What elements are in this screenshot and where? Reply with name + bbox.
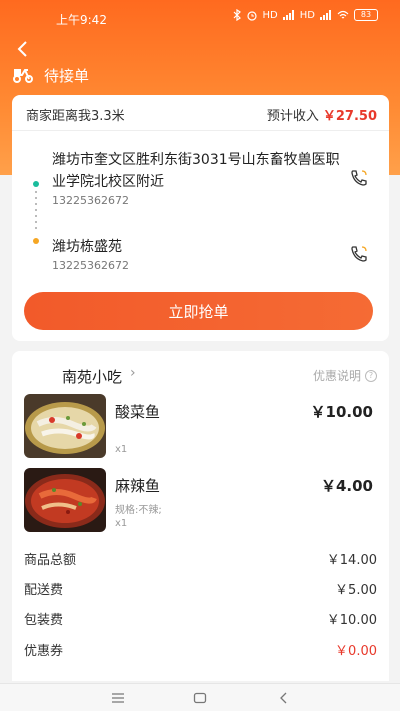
fee-value: ￥10.00 (326, 613, 377, 628)
status-icons: HD HD 83 (233, 9, 378, 21)
page-title: 待接单 (44, 66, 90, 85)
food-name-2: 麻辣鱼 (115, 477, 161, 495)
phone-icon[interactable] (349, 168, 369, 188)
alarm-icon (246, 11, 257, 21)
pickup-address: 潍坊市奎文区胜利东街3031号山东畜牧兽医职业学院北校区附近 (52, 152, 340, 190)
food-price-1: ￥10.00 (310, 403, 373, 421)
status-time: 上午9:42 (56, 13, 107, 27)
hd-signal-1: HD (262, 9, 278, 21)
fee-row-subtotal: 商品总额 ￥14.00 (24, 549, 377, 569)
fee-value: ￥0.00 (335, 644, 377, 659)
scooter-icon (13, 69, 33, 83)
route-line (35, 191, 37, 231)
food-image-2 (24, 468, 106, 532)
distance-row: 商家距离我3.3米 预计收入 ￥27.50 (12, 95, 389, 131)
fee-label: 优惠券 (24, 644, 64, 659)
income-value: ￥27.50 (322, 109, 377, 124)
income-info: 预计收入 ￥27.50 (267, 105, 377, 124)
signal-icon-2 (320, 10, 331, 20)
phone-icon-2[interactable] (349, 244, 369, 264)
food-qty-1: x1 (115, 444, 128, 455)
income-label: 预计收入 (266, 109, 319, 124)
food-image-1 (24, 394, 106, 458)
back-arrow-icon[interactable] (12, 38, 34, 60)
food-spec-2: 规格:不辣; (115, 505, 162, 516)
fee-value: ￥5.00 (335, 583, 377, 598)
signal-icon (282, 10, 294, 20)
menu-icon[interactable] (108, 688, 128, 708)
shop-name[interactable]: 南苑小吃 (62, 366, 122, 387)
distance-label: 商家距离我3.3米 (26, 109, 125, 124)
nav-back-icon[interactable] (274, 688, 294, 708)
food-qty-2: x1 (115, 518, 128, 529)
fee-label: 配送费 (24, 583, 64, 598)
battery-icon: 83 (354, 9, 378, 21)
system-nav-bar (0, 683, 400, 711)
discount-note[interactable]: 优惠说明 ? (313, 367, 377, 384)
dropoff-address: 潍坊栋盛苑 (52, 239, 122, 255)
grab-order-button[interactable]: 立即抢单 (24, 292, 373, 330)
fee-value: ￥14.00 (326, 553, 377, 568)
fee-row-coupon: 优惠券 ￥0.00 (24, 640, 377, 660)
fee-label: 商品总额 (24, 553, 77, 568)
food-name-1: 酸菜鱼 (115, 403, 161, 421)
info-icon: ? (365, 369, 377, 382)
wifi-icon (337, 10, 349, 19)
fee-row-packaging: 包装费 ￥10.00 (24, 609, 377, 629)
fee-label: 包装费 (24, 613, 64, 628)
pickup-dot (33, 181, 39, 187)
hd-signal-2: HD (299, 9, 315, 21)
status-bar: 上午9:42 HD HD 83 (0, 0, 400, 34)
title-row: 待接单 (12, 64, 89, 86)
order-card: 商家距离我3.3米 预计收入 ￥27.50 潍坊市奎文区胜利东街3031号山东畜牧… (12, 95, 389, 341)
home-icon[interactable] (190, 688, 210, 708)
chevron-right-icon[interactable]: › (130, 365, 136, 381)
fee-row-delivery: 配送费 ￥5.00 (24, 579, 377, 599)
discount-note-label: 优惠说明 (312, 369, 361, 383)
food-price-2: ￥4.00 (320, 477, 373, 495)
dropoff-dot (33, 238, 39, 244)
dropoff-phone: 13225362672 (52, 259, 129, 272)
bluetooth-icon (233, 9, 241, 21)
order-detail-card: 南苑小吃 › 优惠说明 ? 酸菜鱼 ￥10.00 x1 麻辣鱼 ￥4.00 规格… (12, 351, 389, 681)
pickup-phone: 13225362672 (52, 194, 129, 207)
